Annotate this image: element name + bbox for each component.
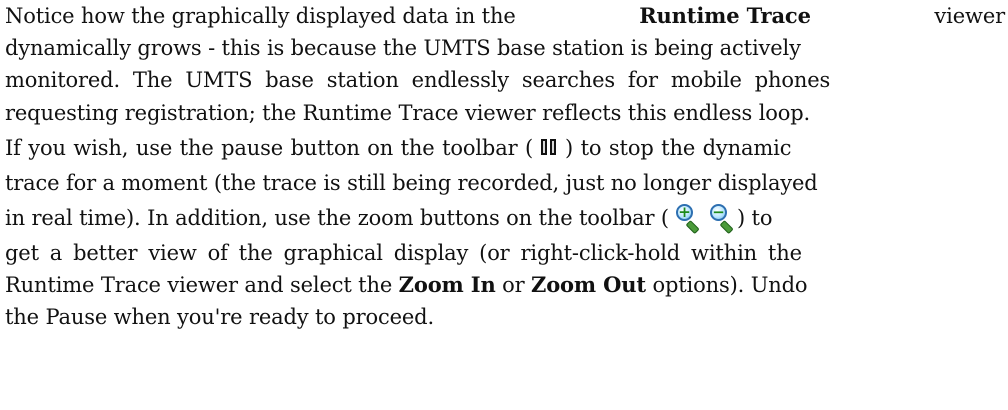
text-segment: the Pause when you're ready to proceed.: [5, 305, 434, 330]
text-line-6: trace for a moment (the trace is still b…: [5, 167, 1005, 199]
runtime-trace-term: Runtime Trace: [639, 3, 811, 28]
pause-icon: [536, 135, 562, 161]
zoom-in-icon: +: [672, 202, 700, 235]
text-segment: Notice how the graphically displayed dat…: [5, 4, 523, 28]
text-segment: viewer: [927, 4, 1005, 28]
document-paragraph: Notice how the graphically displayed dat…: [5, 0, 1005, 334]
text-line-7: in real time). In addition, use the zoom…: [5, 199, 1005, 237]
text-segment: Runtime Trace viewer and select the: [5, 273, 399, 298]
text-segment: requesting registration; the Runtime Tra…: [5, 100, 811, 125]
text-line-9: Runtime Trace viewer and select the Zoom…: [5, 269, 1005, 301]
text-line-1: Notice how the graphically displayed dat…: [5, 0, 1005, 32]
text-segment: trace for a moment (the trace is still b…: [5, 170, 818, 195]
zoom-out-icon: −: [706, 202, 734, 235]
text-segment: get a better view of the graphical displ…: [5, 240, 802, 265]
text-segment: ) to: [736, 205, 773, 230]
text-line-4: requesting registration; the Runtime Tra…: [5, 97, 1005, 129]
text-segment: If you wish, use the pause button on the…: [5, 135, 534, 160]
text-segment: or: [495, 273, 532, 298]
text-line-5: If you wish, use the pause button on the…: [5, 129, 1005, 167]
text-line-8: get a better view of the graphical displ…: [5, 237, 1005, 269]
text-segment: dynamically grows - this is because the …: [5, 36, 801, 61]
text-segment: monitored. The UMTS base station endless…: [5, 68, 831, 93]
text-segment: ) to stop the dynamic: [565, 135, 792, 160]
text-line-2: dynamically grows - this is because the …: [5, 32, 1005, 64]
zoom-out-sign: −: [712, 202, 725, 221]
zoom-in-sign: +: [678, 202, 691, 221]
text-segment: options). Undo: [645, 273, 808, 298]
zoom-out-term: Zoom Out: [531, 272, 646, 298]
text-line-10: the Pause when you're ready to proceed.: [5, 301, 1005, 333]
text-line-3: monitored. The UMTS base station endless…: [5, 64, 1005, 96]
text-segment: in real time). In addition, use the zoom…: [5, 205, 669, 230]
zoom-in-term: Zoom In: [398, 272, 496, 298]
